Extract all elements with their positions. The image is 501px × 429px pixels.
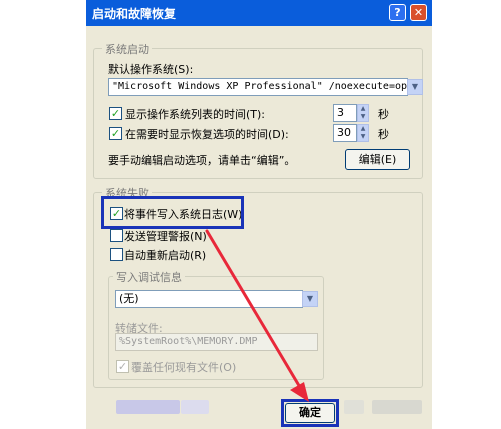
arrow-head [290, 382, 309, 402]
annotation-arrow [205, 229, 309, 402]
arrow-shaft [205, 229, 303, 391]
